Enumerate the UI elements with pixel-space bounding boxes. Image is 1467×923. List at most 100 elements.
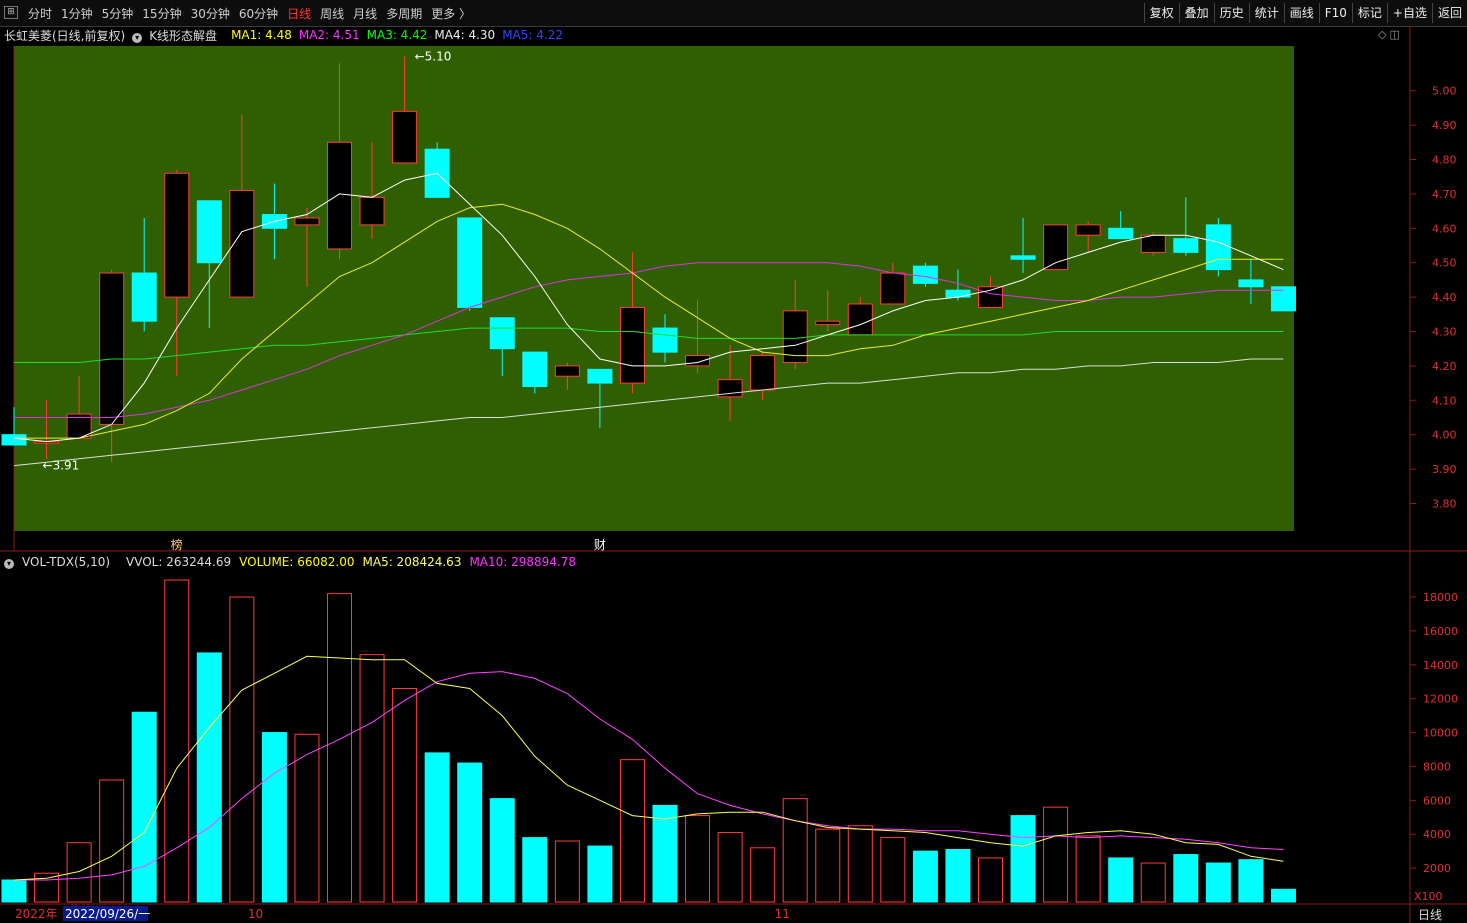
volume-bar-up [978, 857, 1003, 903]
date-label: 11 [775, 907, 790, 921]
volume-bar-down [587, 845, 613, 903]
candle-down [1, 434, 27, 446]
volume-bar-up [327, 593, 352, 903]
candle-down [1238, 279, 1264, 288]
volume-tick-label: 16000 [1423, 625, 1458, 638]
date-label: 2022/09/26/一 [65, 907, 150, 921]
candle-up [294, 217, 320, 226]
volume-bar-down [1108, 857, 1134, 903]
volume-bar-down [489, 798, 515, 903]
candle-down [912, 265, 938, 284]
event-marker: 榜 [171, 537, 183, 552]
volume-tick-label: 10000 [1423, 727, 1458, 740]
candle-up [750, 355, 776, 391]
candle-up [327, 141, 352, 250]
volume-bar-up [554, 840, 580, 903]
volume-bar-up [717, 832, 743, 903]
volume-bar-down [1270, 888, 1296, 903]
candle-up [392, 110, 418, 164]
candle-up [685, 355, 711, 367]
date-label: 2022年 [15, 907, 58, 921]
volume-bar-down [1205, 862, 1231, 903]
volume-bar-up [1075, 835, 1101, 903]
volume-bar-down [1173, 854, 1199, 903]
volume-bar-down [131, 711, 157, 903]
volume-bar-up [750, 847, 776, 903]
candle-down [196, 200, 222, 264]
volume-bar-up [66, 842, 92, 903]
candle-down [945, 289, 971, 298]
candle-down [587, 368, 613, 384]
volume-tick-label: 18000 [1423, 591, 1458, 604]
volume-multiplier: X100 [1414, 890, 1443, 903]
candle-down [489, 317, 515, 350]
volume-bar-up [1140, 862, 1166, 903]
volume-bar-down [652, 804, 678, 903]
volume-bar-up [99, 779, 125, 903]
volume-bar-up [847, 825, 873, 903]
volume-tick-label: 8000 [1423, 760, 1451, 773]
candle-down [522, 351, 548, 388]
event-marker: 财 [594, 538, 606, 552]
volume-bar-up [815, 828, 841, 903]
high-price-marker: ←5.10 [415, 49, 452, 63]
price-tick-label: 4.00 [1432, 429, 1457, 442]
candle-up [619, 306, 645, 384]
price-tick-label: 5.00 [1432, 85, 1457, 98]
volume-bar-up [34, 872, 60, 903]
volume-tick-label: 4000 [1423, 828, 1451, 841]
candle-down [131, 272, 157, 322]
volume-tick-label: 14000 [1423, 659, 1458, 672]
volume-bar-up [229, 596, 255, 903]
volume-bar-up [880, 837, 906, 903]
price-tick-label: 3.90 [1432, 463, 1457, 476]
candle-down [1173, 238, 1199, 253]
volume-bar-up [619, 759, 645, 903]
price-tick-label: 4.60 [1432, 222, 1457, 235]
candle-up [1140, 234, 1166, 253]
volume-tick-label: 2000 [1423, 862, 1451, 875]
volume-bar-down [261, 732, 287, 903]
candle-up [359, 196, 385, 226]
volume-bar-up [392, 688, 418, 903]
volume-bar-down [945, 848, 971, 903]
candle-up [1075, 224, 1101, 236]
price-tick-label: 4.20 [1432, 360, 1457, 373]
candle-up [554, 365, 580, 377]
volume-bar-down [522, 837, 548, 903]
candle-up [99, 272, 125, 425]
volume-tick-label: 12000 [1423, 693, 1458, 706]
volume-bar-down [1238, 859, 1264, 903]
volume-bar-down [912, 850, 938, 903]
price-tick-label: 4.30 [1432, 325, 1457, 338]
price-tick-label: 4.10 [1432, 394, 1457, 407]
price-tick-label: 3.80 [1432, 497, 1457, 510]
candle-down [1205, 224, 1231, 271]
candle-up [164, 172, 190, 298]
date-label: 10 [248, 907, 263, 921]
volume-bar-down [1010, 815, 1036, 903]
low-price-marker: ←3.91 [43, 459, 80, 473]
volume-bar-down [1, 879, 27, 903]
candle-up [847, 303, 873, 336]
volume-tick-label: 6000 [1423, 794, 1451, 807]
price-tick-label: 4.80 [1432, 154, 1457, 167]
price-tick-label: 4.70 [1432, 188, 1457, 201]
candle-up [815, 320, 841, 326]
price-tick-label: 4.90 [1432, 119, 1457, 132]
volume-bar-up [1043, 806, 1069, 903]
candle-down [652, 327, 678, 353]
candle-down [1010, 255, 1036, 260]
candle-down [1108, 227, 1134, 240]
volume-bar-down [424, 752, 450, 903]
volume-bar-down [457, 762, 483, 903]
volume-bar-down [196, 652, 222, 903]
price-tick-label: 4.40 [1432, 291, 1457, 304]
volume-bar-up [685, 815, 711, 903]
volume-bar-up [164, 579, 190, 903]
volume-bar-up [359, 654, 385, 903]
kline-chart[interactable]: 3.80 3.90 4.00 4.10 4.20 4.30 4.40 4.50 4.60 4.70… [0, 0, 1467, 923]
volume-bar-up [782, 798, 808, 903]
price-tick-label: 4.50 [1432, 257, 1457, 270]
candle-up [880, 272, 906, 305]
